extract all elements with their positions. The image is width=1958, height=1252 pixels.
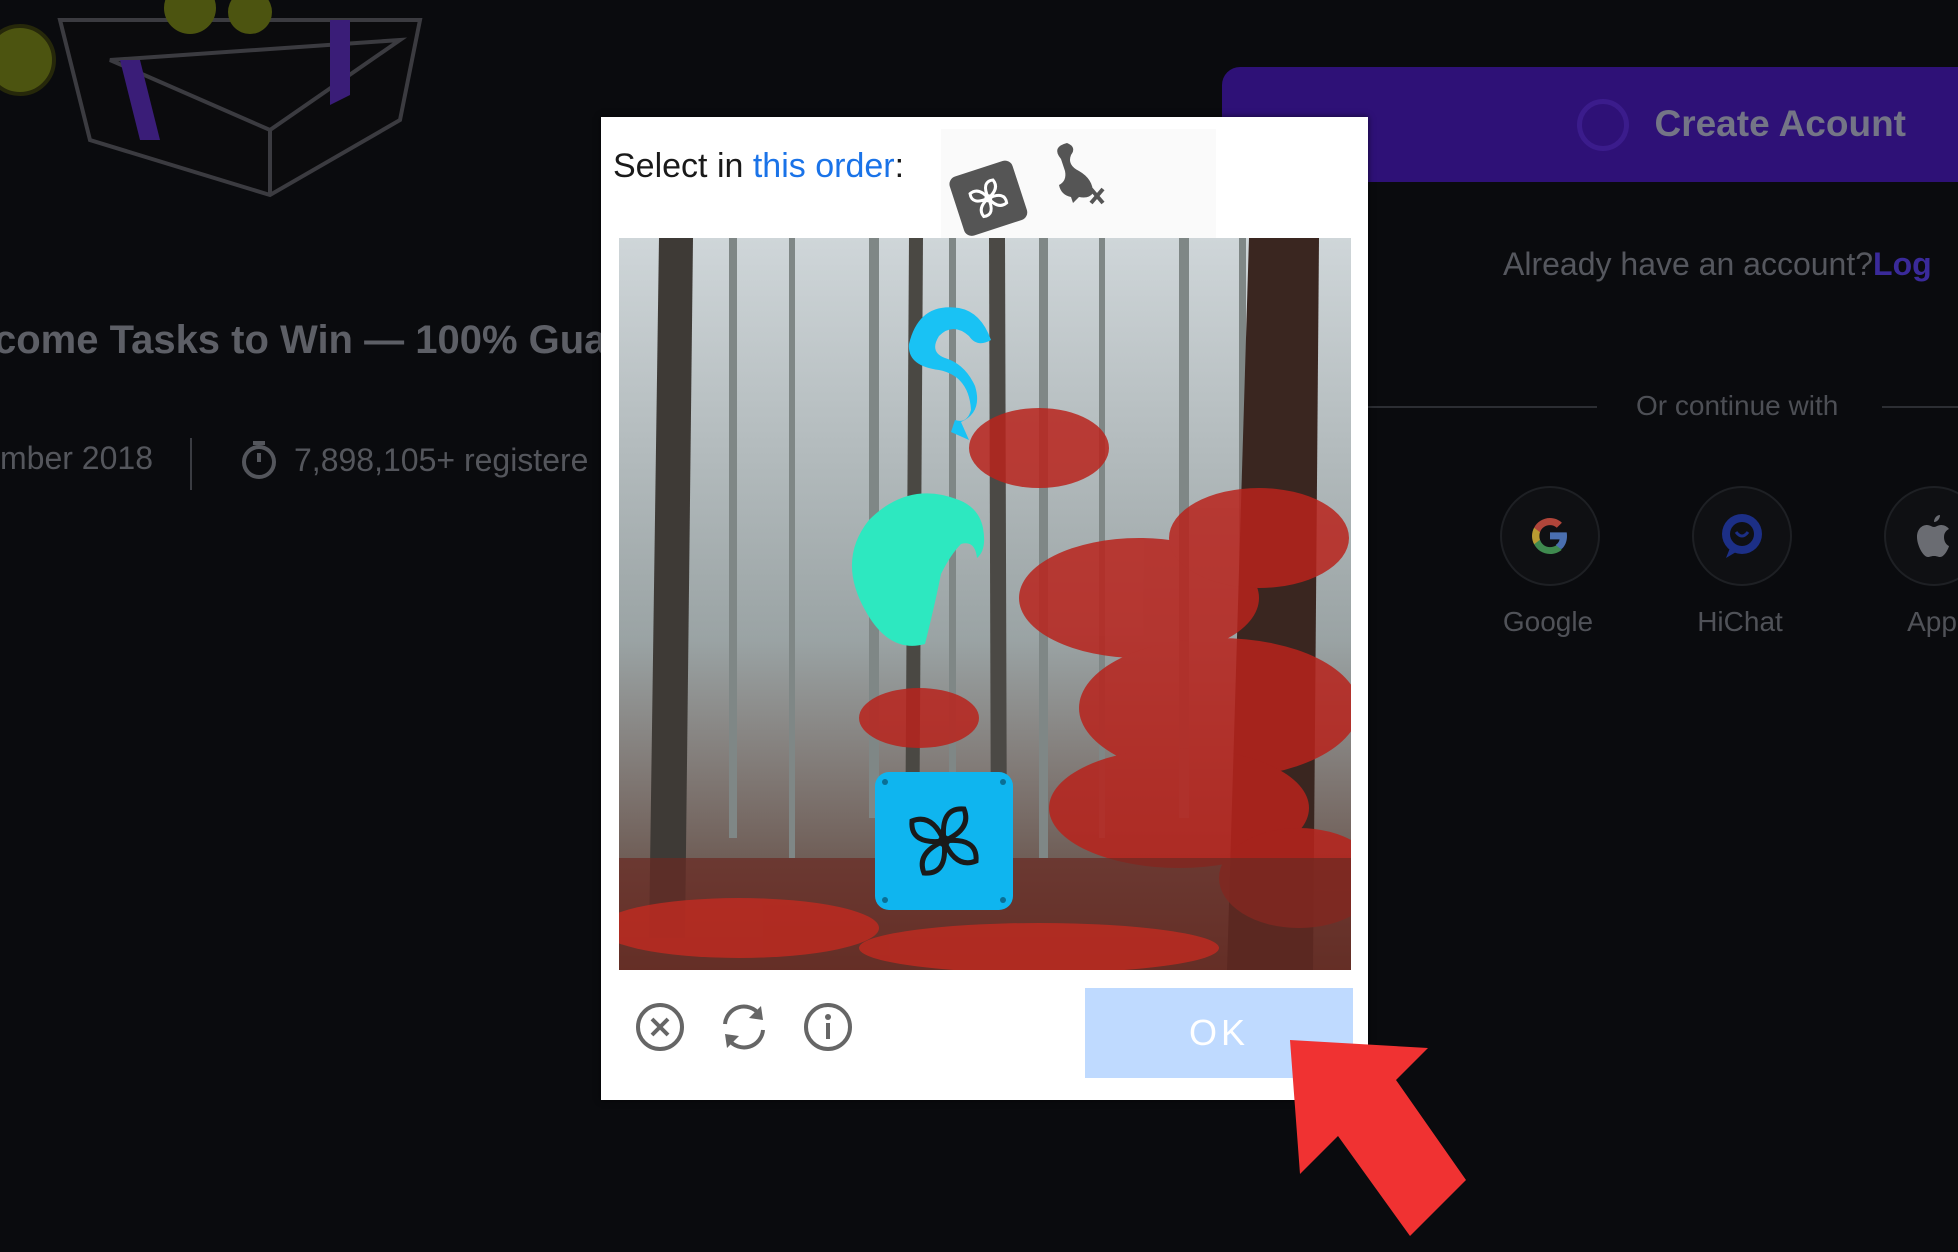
google-icon	[1532, 518, 1567, 554]
launch-date: mber 2018	[0, 440, 153, 476]
captcha-toolbar	[633, 1000, 855, 1054]
flamingo-icon	[1057, 143, 1105, 205]
pinwheel-tile-icon	[949, 160, 1028, 236]
order-hint-image	[941, 129, 1216, 239]
divider-right	[1882, 406, 1958, 408]
stopwatch-icon	[242, 441, 276, 479]
already-text: Already have an account?	[1503, 246, 1874, 282]
pinwheel-tile-icon	[875, 772, 1013, 910]
meta-divider	[190, 438, 192, 490]
apple-login-button[interactable]	[1884, 486, 1958, 586]
red-pointer-arrow	[1290, 1040, 1466, 1236]
apple-icon	[1917, 515, 1949, 557]
refresh-icon[interactable]	[717, 1000, 771, 1054]
page-headline: come Tasks to Win — 100% Gua	[0, 318, 607, 362]
divider-left	[1365, 406, 1597, 408]
registered-text: 7,898,105+ registere	[294, 441, 589, 478]
prompt-suffix: :	[894, 147, 905, 185]
captcha-image[interactable]	[619, 238, 1351, 970]
hichat-label: HiChat	[1697, 606, 1783, 637]
info-icon[interactable]	[801, 1000, 855, 1054]
create-account-label: Create Acount	[1654, 103, 1906, 144]
hichat-icon	[1722, 514, 1762, 558]
captcha-prompt: Select in this order:	[613, 147, 904, 186]
registered-count: 7,898,105+ registere	[240, 440, 588, 480]
captcha-dialog: Select in this order: OK	[601, 117, 1368, 1100]
prompt-prefix: Select in	[613, 147, 753, 185]
apple-label: App	[1907, 606, 1957, 637]
or-continue-text: Or continue with	[1636, 390, 1839, 421]
login-link[interactable]: Log	[1873, 246, 1932, 282]
treasure-chest-illustration	[0, 0, 423, 198]
already-have-account: Already have an account?Log	[1503, 246, 1932, 283]
hichat-login-button[interactable]	[1692, 486, 1792, 586]
google-label: Google	[1502, 606, 1594, 637]
loading-spinner-icon	[1577, 99, 1629, 151]
close-icon[interactable]	[633, 1000, 687, 1054]
this-order-link[interactable]: this order	[753, 147, 895, 185]
google-login-button[interactable]	[1500, 486, 1600, 586]
